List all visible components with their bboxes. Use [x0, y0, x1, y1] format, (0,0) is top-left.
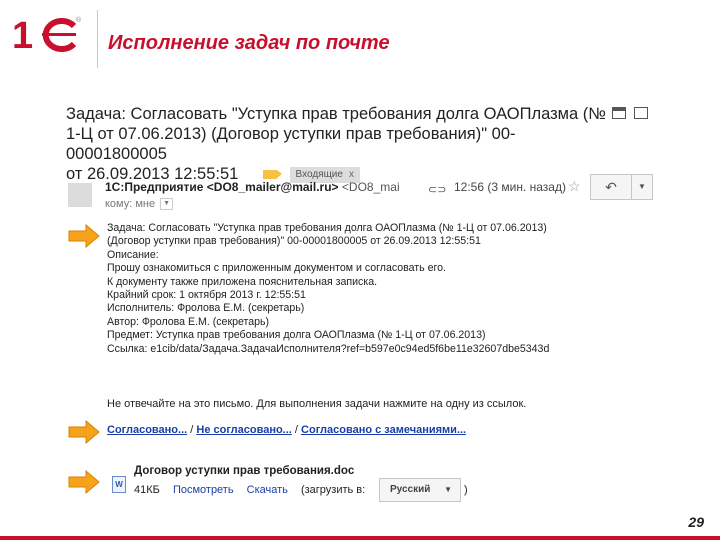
attachment-name: Договор уступки прав требования.doc — [134, 465, 355, 477]
chevron-down-icon: ▼ — [444, 485, 452, 494]
body-line: Крайний срок: 1 октября 2013 г. 12:55:51 — [107, 288, 306, 301]
star-icon[interactable]: ☆ — [568, 178, 581, 195]
label-tag-icon[interactable] — [262, 170, 282, 180]
sender-address: <DO8_mai — [341, 180, 400, 194]
pointer-arrow-icon — [68, 470, 100, 494]
approved-link[interactable]: Согласовано... — [107, 424, 187, 436]
language-select[interactable]: Русский ▼ — [379, 478, 461, 502]
body-line: (Договор уступки прав требования)" 00-00… — [107, 235, 481, 248]
pointer-arrow-icon — [68, 224, 100, 248]
bottom-brand-bar — [0, 536, 720, 540]
header-divider — [97, 10, 98, 68]
email-subject: Задача: Согласовать "Уступка прав требов… — [66, 104, 611, 184]
remove-label-icon[interactable]: x — [349, 169, 354, 180]
link-separator: / — [190, 424, 194, 436]
body-line: Прошу ознакомиться с приложенным докумен… — [107, 262, 446, 275]
more-options-button[interactable]: ▼ — [631, 174, 653, 200]
body-line: Описание: — [107, 248, 159, 261]
email-body: Задача: Согласовать "Уступка прав требов… — [107, 222, 549, 356]
footer-note: Не отвечайте на это письмо. Для выполнен… — [107, 398, 527, 410]
slide-title: Исполнение задач по почте — [108, 32, 390, 54]
body-line[interactable]: Ссылка: e1cib/data/Задача.ЗадачаИсполнит… — [107, 343, 549, 356]
body-line: Задача: Согласовать "Уступка прав требов… — [107, 222, 547, 234]
pointer-arrow-icon — [68, 420, 100, 444]
body-line: Предмет: Уступка прав требования долга О… — [107, 329, 486, 342]
subject-line: Задача: Согласовать "Уступка прав требов… — [66, 105, 606, 123]
body-line: Автор: Фролова Е.М. (секретарь) — [107, 315, 270, 328]
subject-line: 1-Ц от 07.06.2013) (Договор уступки прав… — [66, 125, 516, 163]
new-window-icon[interactable] — [634, 107, 648, 119]
body-line: К документу также приложена пояснительна… — [107, 275, 378, 288]
upload-to-label: (загрузить в: — [300, 484, 366, 496]
svg-text:1: 1 — [12, 15, 33, 56]
sender-line: 1С:Предприятие <DO8_mailer@mail.ru> <DO8… — [105, 180, 400, 194]
sender-name[interactable]: 1С:Предприятие <DO8_mailer@mail.ru> — [105, 180, 339, 194]
language-value: Русский — [390, 484, 431, 495]
inbox-label-text: Входящие — [295, 168, 343, 180]
action-links: Согласовано... / Не согласовано... / Сог… — [107, 424, 466, 436]
link-separator: / — [294, 424, 298, 436]
contact-card-icon: ⊂⊃ — [428, 184, 447, 196]
recipient-label: кому: мне — [105, 198, 156, 210]
view-attachment-link[interactable]: Посмотреть — [173, 484, 234, 496]
svg-text:®: ® — [76, 16, 82, 24]
approved-with-remarks-link[interactable]: Согласовано с замечаниями... — [301, 424, 466, 436]
avatar — [68, 183, 92, 207]
reply-button[interactable]: ↶ — [590, 174, 632, 200]
page-number: 29 — [688, 514, 704, 530]
download-attachment-link[interactable]: Скачать — [247, 484, 288, 496]
top-actions — [612, 107, 648, 119]
print-icon[interactable] — [612, 107, 626, 119]
recipient-details-dropdown[interactable]: ▼ — [160, 198, 174, 211]
recipient-line: кому: мне ▼ — [105, 198, 174, 211]
doc-icon: W — [112, 476, 126, 493]
attachment-actions: 41КБ Посмотреть Скачать (загрузить в: — [134, 484, 365, 496]
reply-icon: ↶ — [605, 179, 617, 195]
closing-paren: ) — [464, 484, 468, 496]
not-approved-link[interactable]: Не согласовано... — [196, 424, 291, 436]
1c-logo: 1 ® — [12, 15, 82, 56]
body-line: Исполнитель: Фролова Е.М. (секретарь) — [107, 302, 305, 315]
attachment-size: 41КБ — [134, 484, 160, 496]
timestamp: 12:56 (3 мин. назад) — [454, 180, 566, 194]
chevron-down-icon: ▼ — [638, 182, 646, 191]
